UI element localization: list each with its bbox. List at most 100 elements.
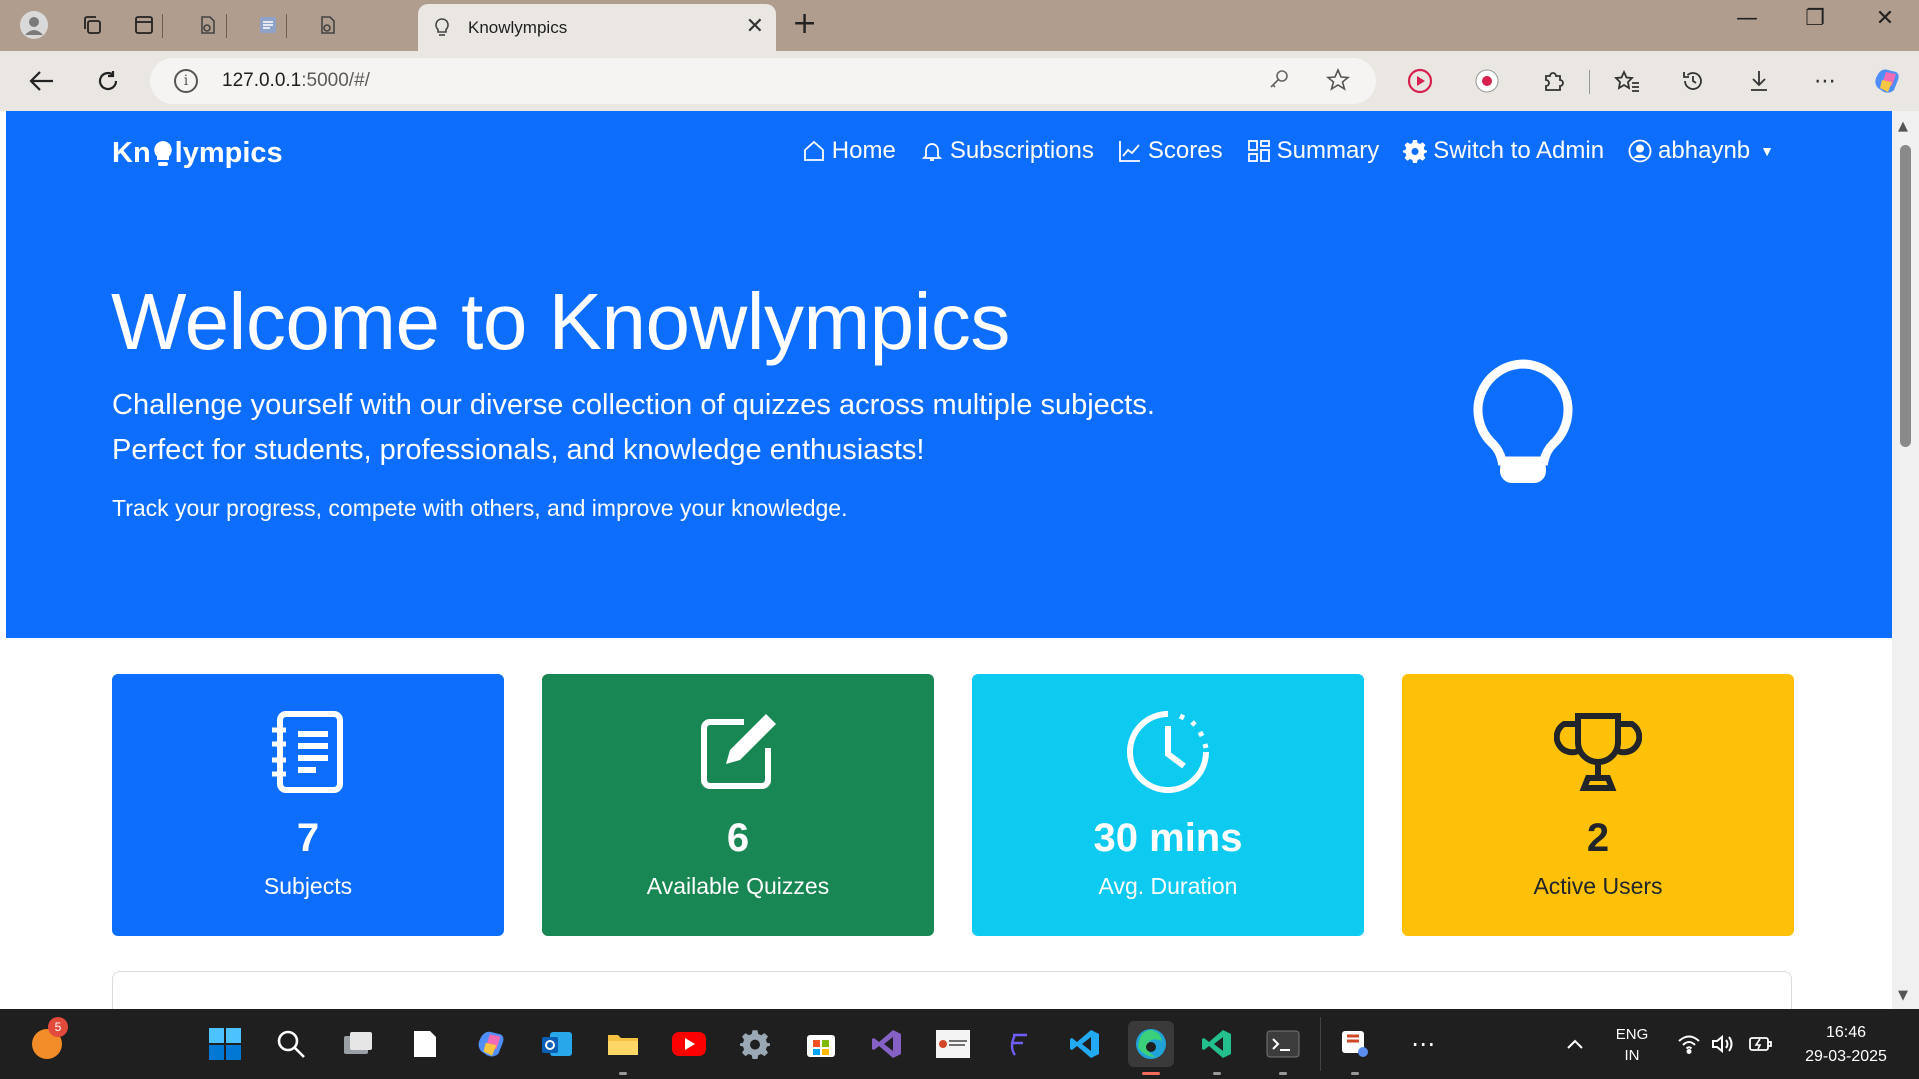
figma-like-app-icon[interactable] bbox=[996, 1021, 1042, 1067]
address-bar[interactable]: i 127.0.0.1:5000/#/ bbox=[150, 58, 1376, 104]
new-tab-button[interactable]: + bbox=[792, 6, 817, 41]
tab-favicon-file-icon[interactable] bbox=[308, 5, 348, 45]
copilot-icon[interactable] bbox=[1870, 64, 1904, 98]
favorite-star-icon[interactable] bbox=[1325, 67, 1351, 98]
running-indicator bbox=[1279, 1072, 1287, 1075]
weather-widget-icon[interactable]: 5 bbox=[24, 1017, 70, 1067]
journal-icon bbox=[272, 711, 343, 793]
snipping-tool-icon[interactable] bbox=[1332, 1021, 1378, 1075]
history-icon[interactable] bbox=[1676, 64, 1710, 98]
copilot-app-icon[interactable] bbox=[468, 1021, 514, 1067]
extensions-puzzle-icon[interactable] bbox=[1536, 64, 1570, 98]
file-explorer-icon[interactable] bbox=[600, 1021, 646, 1075]
start-windows-icon[interactable] bbox=[202, 1021, 248, 1067]
clock[interactable]: 16:46 29-03-2025 bbox=[1786, 1021, 1906, 1069]
close-window-button[interactable]: ✕ bbox=[1860, 6, 1910, 31]
stat-label: Active Users bbox=[1533, 873, 1663, 899]
media-play-extension-icon[interactable] bbox=[1403, 64, 1437, 98]
nav-username-label: abhaynb bbox=[1658, 137, 1751, 164]
nav-subscriptions[interactable]: Subscriptions bbox=[920, 137, 1094, 165]
page-scrollbar[interactable]: ▲ ▼ bbox=[1892, 111, 1919, 1009]
notepad-icon[interactable] bbox=[402, 1021, 448, 1067]
app-thumbnail-icon[interactable] bbox=[930, 1021, 976, 1067]
battery-charging-icon[interactable] bbox=[1738, 1021, 1784, 1067]
scroll-thumb[interactable] bbox=[1900, 145, 1911, 447]
nav-summary[interactable]: Summary bbox=[1247, 137, 1380, 165]
outlook-icon[interactable] bbox=[534, 1021, 580, 1067]
settings-gear-icon[interactable] bbox=[732, 1021, 778, 1067]
taskbar-divider bbox=[1320, 1017, 1321, 1071]
password-key-icon[interactable] bbox=[1268, 68, 1290, 96]
nav-user-dropdown[interactable]: abhaynb ▼ bbox=[1628, 137, 1774, 165]
stat-value: 2 bbox=[1586, 816, 1610, 860]
region-code: IN bbox=[1624, 1047, 1640, 1064]
nav-home-label: Home bbox=[831, 137, 896, 164]
visual-studio-icon[interactable] bbox=[864, 1021, 910, 1067]
scroll-up-arrow-icon[interactable]: ▲ bbox=[1898, 119, 1908, 134]
vscode-insiders-icon[interactable] bbox=[1194, 1021, 1240, 1075]
browser-tab-bar: Knowlympics ✕ + — ❐ ✕ bbox=[0, 0, 1919, 51]
brand-bulb-icon bbox=[153, 140, 172, 166]
brand-logo[interactable]: Kn lympics bbox=[112, 137, 283, 170]
vertical-tabs-icon[interactable] bbox=[124, 5, 164, 45]
stats-cards: 7 Subjects 6 Available Quizzes 30 mins A… bbox=[112, 674, 1794, 936]
microsoft-store-icon[interactable] bbox=[798, 1021, 844, 1067]
tab-favicon-doc-icon[interactable] bbox=[248, 5, 288, 45]
tab-favicon-bulb-icon bbox=[435, 17, 449, 36]
profile-icon[interactable] bbox=[14, 5, 54, 45]
tab-divider bbox=[286, 14, 287, 38]
nav-summary-label: Summary bbox=[1276, 137, 1380, 164]
edge-browser-icon[interactable] bbox=[1128, 1021, 1174, 1075]
stat-value: 7 bbox=[296, 816, 320, 860]
notification-badge: 5 bbox=[48, 1017, 68, 1037]
reload-button[interactable] bbox=[88, 63, 128, 99]
terminal-icon[interactable] bbox=[1260, 1021, 1306, 1075]
stat-card-quizzes: 6 Available Quizzes bbox=[542, 674, 934, 936]
site-info-icon[interactable]: i bbox=[174, 69, 198, 93]
tab-favicon-file-icon[interactable] bbox=[188, 5, 228, 45]
active-indicator bbox=[1142, 1072, 1160, 1075]
close-tab-icon[interactable]: ✕ bbox=[746, 14, 764, 39]
page-viewport: Kn lympics Home Subscriptions Scores Sum… bbox=[6, 111, 1892, 1009]
scroll-down-arrow-icon[interactable]: ▼ bbox=[1898, 988, 1908, 1003]
brand-text-suffix: lympics bbox=[174, 137, 283, 169]
running-indicator bbox=[1351, 1072, 1359, 1075]
hero-subtext: Track your progress, compete with others… bbox=[112, 495, 848, 521]
grid-icon bbox=[1247, 140, 1270, 162]
input-language[interactable]: ENG IN bbox=[1604, 1024, 1660, 1066]
clock-time: 16:46 bbox=[1825, 1024, 1867, 1041]
url-text[interactable]: 127.0.0.1:5000/#/ bbox=[222, 70, 370, 92]
search-icon[interactable] bbox=[268, 1021, 314, 1067]
restore-button[interactable]: ❐ bbox=[1790, 6, 1840, 31]
graph-icon bbox=[1119, 141, 1140, 162]
hero-lead: Challenge yourself with our diverse coll… bbox=[112, 389, 1155, 466]
trophy-icon bbox=[1554, 713, 1642, 791]
task-view-icon[interactable] bbox=[335, 1021, 381, 1067]
minimize-button[interactable]: — bbox=[1722, 6, 1772, 31]
show-hidden-icons-chevron-icon[interactable] bbox=[1552, 1021, 1598, 1067]
record-extension-icon[interactable] bbox=[1470, 64, 1504, 98]
vscode-icon[interactable] bbox=[1062, 1021, 1108, 1067]
downloads-icon[interactable] bbox=[1742, 64, 1776, 98]
youtube-icon[interactable] bbox=[666, 1021, 712, 1067]
tab-knowlympics[interactable]: Knowlympics ✕ bbox=[418, 4, 776, 51]
favorites-icon[interactable] bbox=[1610, 64, 1644, 98]
workspaces-icon[interactable] bbox=[72, 5, 112, 45]
running-indicator bbox=[1213, 1072, 1221, 1075]
hero-section: Kn lympics Home Subscriptions Scores Sum… bbox=[6, 111, 1892, 638]
back-button[interactable] bbox=[22, 63, 62, 99]
bell-icon bbox=[921, 143, 943, 161]
nav-switch-admin[interactable]: Switch to Admin bbox=[1403, 137, 1604, 165]
nav-switch-admin-label: Switch to Admin bbox=[1433, 137, 1605, 164]
stat-label: Subjects bbox=[263, 873, 353, 899]
nav-home[interactable]: Home bbox=[802, 137, 896, 165]
clock-icon bbox=[1127, 711, 1209, 793]
stat-label: Available Quizzes bbox=[646, 873, 830, 899]
stat-card-duration: 30 mins Avg. Duration bbox=[972, 674, 1364, 936]
more-apps-icon[interactable]: ⋯ bbox=[1400, 1021, 1446, 1067]
browser-toolbar: i 127.0.0.1:5000/#/ ⋯ bbox=[0, 51, 1919, 111]
tab-divider bbox=[226, 14, 227, 38]
pencil-square-icon bbox=[701, 714, 776, 789]
nav-scores[interactable]: Scores bbox=[1118, 137, 1223, 165]
more-options-icon[interactable]: ⋯ bbox=[1808, 64, 1842, 98]
